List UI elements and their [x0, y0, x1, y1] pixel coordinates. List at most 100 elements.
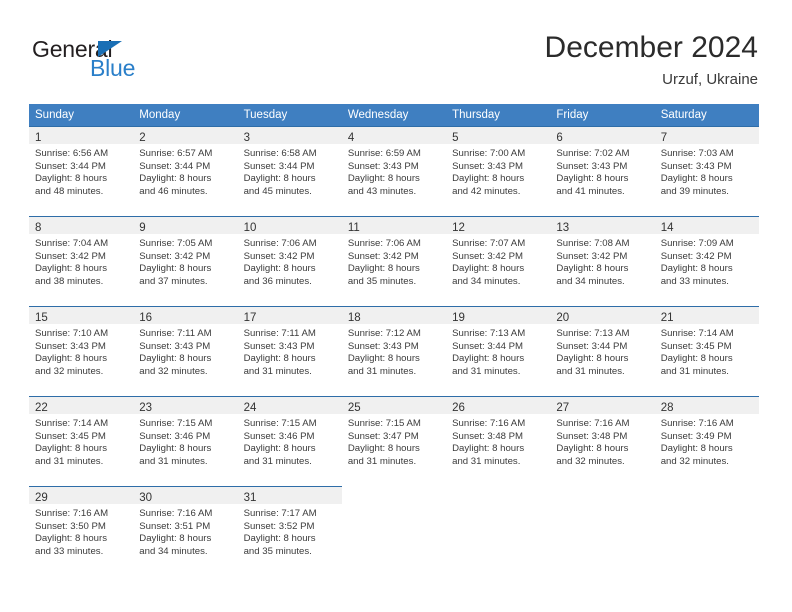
day-number: 19 — [452, 312, 465, 324]
daylight-duration-line2: and 31 minutes. — [452, 365, 521, 377]
day-number: 6 — [556, 132, 563, 144]
calendar-day-cell[interactable]: 9 Sunrise: 7:05 AM Sunset: 3:42 PM Daylight… — [133, 216, 238, 306]
day-sun-info: Sunrise: 7:07 AM Sunset: 3:42 PM Daylight:… — [446, 234, 550, 288]
calendar-day-container: 9 Sunrise: 7:05 AM Sunset: 3:42 PM Daylight… — [133, 216, 238, 306]
daylight-duration-line2: and 33 minutes. — [660, 275, 729, 287]
calendar-day-container — [342, 486, 446, 576]
day-sun-info: Sunrise: 7:15 AM Sunset: 3:46 PM Daylight:… — [133, 414, 237, 468]
day-number: 29 — [35, 492, 48, 504]
daylight-duration-line1: Daylight: 8 hours — [35, 263, 107, 275]
calendar-day-cell[interactable]: 19 Sunrise: 7:13 AM Sunset: 3:44 PM Dayligh… — [446, 306, 551, 396]
calendar-day-cell[interactable]: 31 Sunrise: 7:17 AM Sunset: 3:52 PM Dayligh… — [237, 486, 342, 576]
weekday-header-thursday: Thursday — [446, 104, 551, 126]
calendar-day-cell[interactable]: 11 Sunrise: 7:06 AM Sunset: 3:42 PM Dayligh… — [341, 216, 447, 306]
calendar-day-cell[interactable]: 15 Sunrise: 7:10 AM Sunset: 3:43 PM Dayligh… — [29, 306, 134, 396]
day-number-band: 17 — [237, 307, 342, 324]
calendar-day-cell[interactable]: 26 Sunrise: 7:16 AM Sunset: 3:48 PM Dayligh… — [446, 396, 551, 486]
calendar-day-cell[interactable]: 3 Sunrise: 6:58 AM Sunset: 3:44 PM Daylight… — [237, 126, 342, 216]
calendar-day-cell[interactable]: 7 Sunrise: 7:03 AM Sunset: 3:43 PM Daylight… — [654, 126, 759, 216]
daylight-duration-line2: and 31 minutes. — [660, 365, 729, 377]
calendar-day-container: 23 Sunrise: 7:15 AM Sunset: 3:46 PM Dayligh… — [133, 396, 238, 486]
sunset-time: Sunset: 3:47 PM — [347, 430, 419, 442]
day-sun-info: Sunrise: 7:04 AM Sunset: 3:42 PM Daylight:… — [29, 234, 133, 288]
calendar-day-container: 28 Sunrise: 7:16 AM Sunset: 3:49 PM Dayligh… — [654, 396, 759, 486]
daylight-duration-line2: and 35 minutes. — [243, 545, 312, 557]
day-sun-info: Sunrise: 7:06 AM Sunset: 3:42 PM Daylight:… — [238, 234, 342, 288]
calendar-day-container: 20 Sunrise: 7:13 AM Sunset: 3:44 PM Dayligh… — [550, 306, 655, 396]
calendar-day-cell[interactable]: 27 Sunrise: 7:16 AM Sunset: 3:48 PM Dayligh… — [550, 396, 655, 486]
calendar-day-cell[interactable]: 28 Sunrise: 7:16 AM Sunset: 3:49 PM Dayligh… — [654, 396, 759, 486]
calendar-day-cell[interactable]: 5 Sunrise: 7:00 AM Sunset: 3:43 PM Daylight… — [446, 126, 551, 216]
daylight-duration-line2: and 36 minutes. — [243, 275, 312, 287]
day-sun-info: Sunrise: 7:16 AM Sunset: 3:48 PM Daylight:… — [446, 414, 550, 468]
sunrise-time: Sunrise: 7:11 AM — [243, 328, 316, 339]
day-number: 31 — [243, 492, 257, 504]
calendar-day-container: 31 Sunrise: 7:17 AM Sunset: 3:52 PM Dayligh… — [237, 486, 342, 576]
calendar-day-cell[interactable]: 25 Sunrise: 7:15 AM Sunset: 3:47 PM Dayligh… — [341, 396, 447, 486]
day-sun-info: Sunrise: 7:11 AM Sunset: 3:43 PM Daylight:… — [133, 324, 237, 378]
calendar-day-container — [655, 486, 759, 576]
day-sun-info: Sunrise: 7:08 AM Sunset: 3:42 PM Daylight:… — [550, 234, 654, 288]
sunset-time: Sunset: 3:42 PM — [243, 250, 315, 262]
daylight-duration-line2: and 45 minutes. — [243, 185, 312, 197]
day-number-band: 6 — [550, 127, 655, 144]
calendar-day-cell[interactable]: 14 Sunrise: 7:09 AM Sunset: 3:42 PM Dayligh… — [654, 216, 759, 306]
sunset-time: Sunset: 3:49 PM — [660, 430, 732, 442]
daylight-duration-line1: Daylight: 8 hours — [452, 263, 525, 275]
day-sun-info: Sunrise: 7:15 AM Sunset: 3:46 PM Daylight:… — [238, 414, 342, 468]
day-number: 1 — [35, 132, 42, 144]
calendar-day-cell[interactable]: 30 Sunrise: 7:16 AM Sunset: 3:51 PM Dayligh… — [133, 486, 238, 576]
calendar-day-cell[interactable]: 8 Sunrise: 7:04 AM Sunset: 3:42 PM Daylight… — [29, 216, 134, 306]
calendar-day-cell[interactable]: 12 Sunrise: 7:07 AM Sunset: 3:42 PM Dayligh… — [446, 216, 551, 306]
calendar-day-cell[interactable]: 16 Sunrise: 7:11 AM Sunset: 3:43 PM Dayligh… — [133, 306, 238, 396]
calendar-day-cell[interactable]: 17 Sunrise: 7:11 AM Sunset: 3:43 PM Dayligh… — [237, 306, 342, 396]
day-sun-info: Sunrise: 7:17 AM Sunset: 3:52 PM Daylight:… — [238, 504, 342, 558]
calendar-day-cell[interactable]: 24 Sunrise: 7:15 AM Sunset: 3:46 PM Dayligh… — [237, 396, 342, 486]
day-number: 25 — [347, 402, 361, 414]
calendar-day-cell[interactable]: 13 Sunrise: 7:08 AM Sunset: 3:42 PM Dayligh… — [550, 216, 655, 306]
day-number: 18 — [347, 312, 361, 324]
day-number-band: 25 — [341, 397, 447, 414]
calendar-day-cell[interactable]: 2 Sunrise: 6:57 AM Sunset: 3:44 PM Daylight… — [133, 126, 238, 216]
calendar-day-container — [446, 486, 550, 576]
weekday-header-wednesday: Wednesday — [341, 104, 447, 126]
calendar-day-cell[interactable]: 22 Sunrise: 7:14 AM Sunset: 3:45 PM Dayligh… — [29, 396, 134, 486]
day-number-band: 11 — [341, 217, 447, 234]
general-blue-logo[interactable]: General Blue — [32, 36, 212, 86]
calendar-week-row: 22 Sunrise: 7:14 AM Sunset: 3:45 PM Dayligh… — [29, 396, 759, 486]
calendar-day-container: 30 Sunrise: 7:16 AM Sunset: 3:51 PM Dayligh… — [133, 486, 238, 576]
day-number: 20 — [556, 312, 570, 324]
day-number-band: 19 — [446, 307, 551, 324]
calendar-day-cell[interactable]: 18 Sunrise: 7:12 AM Sunset: 3:43 PM Dayligh… — [341, 306, 447, 396]
calendar-day-cell[interactable]: 23 Sunrise: 7:15 AM Sunset: 3:46 PM Dayligh… — [133, 396, 238, 486]
calendar-week-row: 8 Sunrise: 7:04 AM Sunset: 3:42 PM Daylight… — [29, 216, 759, 306]
calendar-day-container: 18 Sunrise: 7:12 AM Sunset: 3:43 PM Dayligh… — [341, 306, 447, 396]
daylight-duration-line1: Daylight: 8 hours — [660, 173, 733, 185]
day-number: 5 — [452, 132, 459, 144]
calendar-day-cell[interactable]: 20 Sunrise: 7:13 AM Sunset: 3:44 PM Dayligh… — [550, 306, 655, 396]
calendar-body: 1 Sunrise: 6:56 AM Sunset: 3:44 PM Daylight… — [29, 126, 759, 576]
sunset-time: Sunset: 3:43 PM — [347, 160, 419, 172]
calendar-day-cell[interactable]: 10 Sunrise: 7:06 AM Sunset: 3:42 PM Dayligh… — [237, 216, 342, 306]
calendar-day-cell[interactable]: 6 Sunrise: 7:02 AM Sunset: 3:43 PM Daylight… — [550, 126, 655, 216]
sunset-time: Sunset: 3:44 PM — [243, 160, 315, 172]
sunset-time: Sunset: 3:42 PM — [35, 250, 106, 262]
day-number: 11 — [347, 222, 360, 234]
day-number-band: 9 — [133, 217, 238, 234]
daylight-duration-line1: Daylight: 8 hours — [452, 353, 525, 365]
sunset-time: Sunset: 3:43 PM — [556, 160, 628, 172]
calendar-day-cell[interactable]: 4 Sunrise: 6:59 AM Sunset: 3:43 PM Daylight… — [341, 126, 447, 216]
daylight-duration-line1: Daylight: 8 hours — [556, 173, 629, 185]
day-number: 10 — [243, 222, 257, 234]
day-number-band: 15 — [29, 307, 134, 324]
calendar-day-cell[interactable]: 29 Sunrise: 7:16 AM Sunset: 3:50 PM Dayligh… — [29, 486, 134, 576]
day-sun-info: Sunrise: 7:16 AM Sunset: 3:48 PM Daylight:… — [550, 414, 654, 468]
sunrise-time: Sunrise: 6:59 AM — [347, 148, 421, 159]
day-sun-info: Sunrise: 7:13 AM Sunset: 3:44 PM Daylight:… — [446, 324, 550, 378]
calendar-day-cell[interactable]: 1 Sunrise: 6:56 AM Sunset: 3:44 PM Daylight… — [29, 126, 134, 216]
calendar-day-container: 17 Sunrise: 7:11 AM Sunset: 3:43 PM Dayligh… — [237, 306, 342, 396]
daylight-duration-line2: and 33 minutes. — [35, 545, 104, 557]
day-sun-info: Sunrise: 6:59 AM Sunset: 3:43 PM Daylight:… — [342, 144, 446, 198]
calendar-day-cell[interactable]: 21 Sunrise: 7:14 AM Sunset: 3:45 PM Dayligh… — [654, 306, 759, 396]
daylight-duration-line2: and 48 minutes. — [35, 185, 104, 197]
